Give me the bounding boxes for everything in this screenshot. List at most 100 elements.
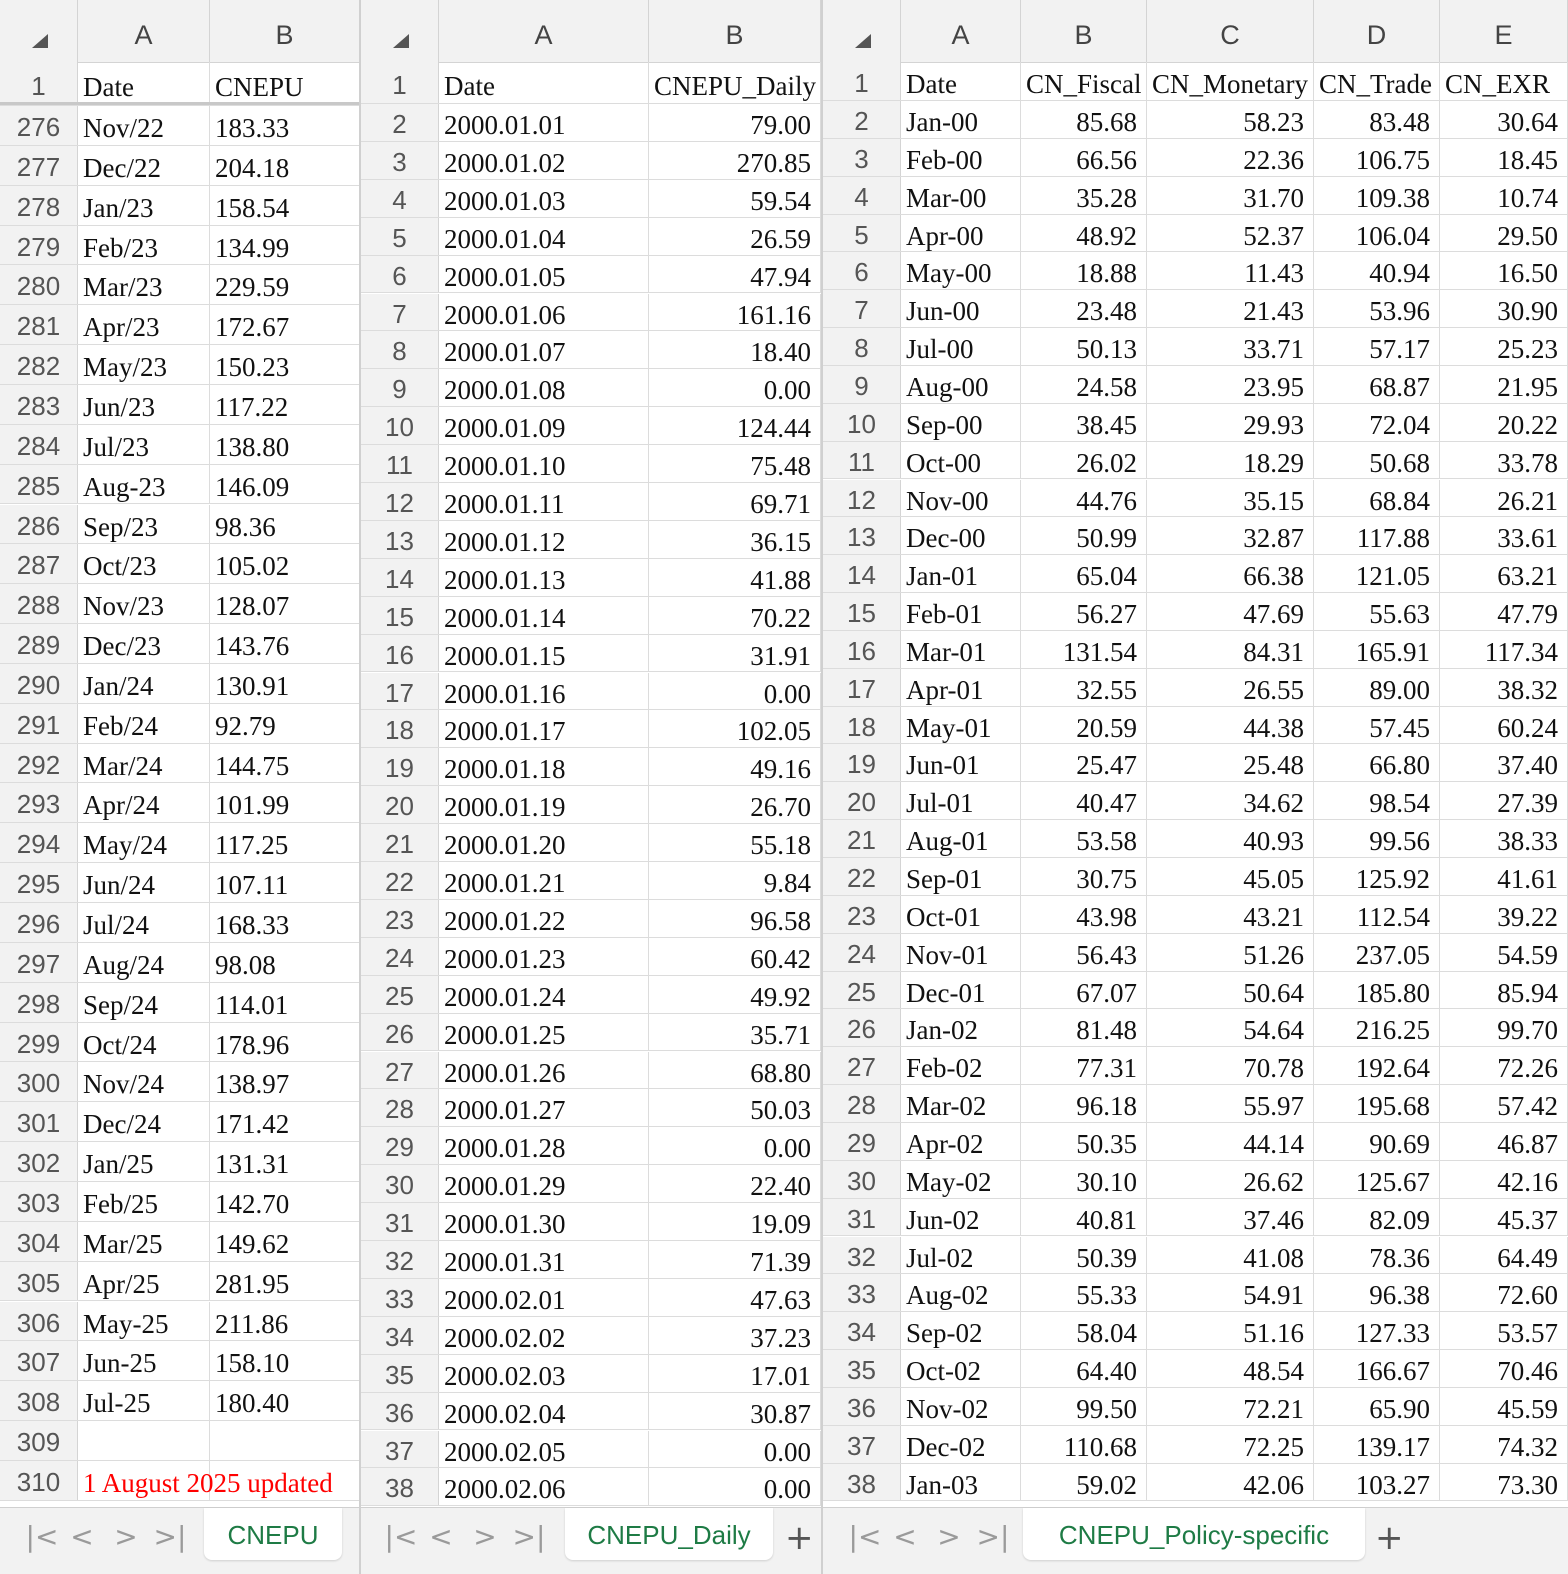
table-cell[interactable]: 134.99 xyxy=(210,225,360,265)
table-cell[interactable]: 38.45 xyxy=(1021,403,1147,441)
row-number[interactable]: 20 xyxy=(823,782,901,820)
table-cell[interactable]: 98.36 xyxy=(210,504,360,544)
row-number[interactable]: 1 xyxy=(823,62,901,100)
column-header-b[interactable]: B xyxy=(1021,0,1147,62)
table-cell[interactable]: 2000.02.01 xyxy=(439,1278,649,1316)
table-cell[interactable]: 26.59 xyxy=(649,217,821,255)
table-cell[interactable]: 31.91 xyxy=(649,634,821,672)
row-number[interactable]: 16 xyxy=(361,634,439,672)
row-number[interactable]: 4 xyxy=(823,176,901,214)
row-number[interactable]: 6 xyxy=(361,255,439,293)
table-cell[interactable]: Jul-25 xyxy=(78,1381,210,1421)
table-cell[interactable]: Apr-01 xyxy=(901,668,1021,706)
row-number[interactable]: 14 xyxy=(823,555,901,593)
table-cell[interactable]: Oct/23 xyxy=(78,544,210,584)
table-cell[interactable]: 2000.01.06 xyxy=(439,293,649,331)
row-number[interactable]: 22 xyxy=(823,858,901,895)
table-cell[interactable]: 57.17 xyxy=(1314,328,1440,365)
row-number[interactable]: 1 xyxy=(0,62,78,105)
row-number[interactable]: 298 xyxy=(0,982,78,1022)
table-cell[interactable]: 2000.01.29 xyxy=(439,1165,649,1203)
table-cell[interactable]: 43.21 xyxy=(1147,895,1314,933)
table-cell[interactable]: 56.27 xyxy=(1021,593,1147,630)
table-cell[interactable]: 168.33 xyxy=(210,903,360,942)
table-cell[interactable]: 138.80 xyxy=(210,424,360,464)
table-cell[interactable]: 26.02 xyxy=(1021,441,1147,479)
table-cell[interactable]: 117.25 xyxy=(210,823,360,863)
table-cell[interactable]: 11.43 xyxy=(1147,252,1314,290)
table-cell[interactable]: 73.30 xyxy=(1440,1463,1568,1501)
table-cell[interactable]: 270.85 xyxy=(649,141,821,179)
table-cell[interactable]: Mar/23 xyxy=(78,265,210,305)
table-cell[interactable]: 2000.01.31 xyxy=(439,1241,649,1278)
table-cell[interactable]: Jun-01 xyxy=(901,744,1021,782)
table-cell[interactable]: Jan-03 xyxy=(901,1463,1021,1501)
table-cell[interactable]: 35.28 xyxy=(1021,176,1147,214)
row-number[interactable]: 32 xyxy=(361,1241,439,1278)
table-cell[interactable]: 98.08 xyxy=(210,942,360,982)
table-cell[interactable]: Mar/25 xyxy=(78,1221,210,1261)
table-cell[interactable]: Mar-01 xyxy=(901,630,1021,668)
row-number[interactable]: 33 xyxy=(823,1274,901,1312)
table-cell[interactable]: 85.94 xyxy=(1440,971,1568,1009)
row-number[interactable]: 302 xyxy=(0,1142,78,1181)
table-cell[interactable]: 2000.01.12 xyxy=(439,520,649,558)
row-number[interactable]: 295 xyxy=(0,863,78,902)
table-cell[interactable]: 38.32 xyxy=(1440,668,1568,706)
table-cell[interactable]: 72.60 xyxy=(1440,1274,1568,1312)
table-cell[interactable]: 2000.01.03 xyxy=(439,179,649,217)
table-cell[interactable]: 57.42 xyxy=(1440,1085,1568,1122)
table-cell[interactable]: 185.80 xyxy=(1314,971,1440,1009)
table-cell[interactable]: 2000.02.02 xyxy=(439,1316,649,1354)
table-cell[interactable]: 44.76 xyxy=(1021,479,1147,517)
table-cell[interactable]: 25.48 xyxy=(1147,744,1314,782)
table-cell[interactable]: May-02 xyxy=(901,1160,1021,1198)
table-cell[interactable]: 0.00 xyxy=(649,1430,821,1468)
table-cell[interactable]: 180.40 xyxy=(210,1381,360,1421)
table-cell[interactable]: 35.15 xyxy=(1147,479,1314,517)
row-number[interactable]: 15 xyxy=(823,593,901,630)
table-cell[interactable]: Mar/24 xyxy=(78,743,210,783)
table-cell[interactable]: 26.62 xyxy=(1147,1160,1314,1198)
table-cell[interactable]: 144.75 xyxy=(210,743,360,783)
table-cell[interactable]: Jun/24 xyxy=(78,863,210,902)
row-number[interactable]: 35 xyxy=(361,1354,439,1392)
table-cell[interactable]: 72.04 xyxy=(1314,403,1440,441)
row-number[interactable]: 305 xyxy=(0,1261,78,1301)
table-cell[interactable]: Sep/23 xyxy=(78,504,210,544)
table-cell[interactable]: 138.97 xyxy=(210,1062,360,1102)
row-number[interactable]: 30 xyxy=(361,1165,439,1203)
table-cell[interactable]: 66.80 xyxy=(1314,744,1440,782)
table-cell[interactable]: 41.08 xyxy=(1147,1236,1314,1274)
table-cell[interactable]: 172.67 xyxy=(210,305,360,345)
table-cell[interactable]: 72.25 xyxy=(1147,1425,1314,1463)
table-cell[interactable]: 67.07 xyxy=(1021,971,1147,1009)
row-number[interactable]: 33 xyxy=(361,1278,439,1316)
row-number[interactable]: 3 xyxy=(361,141,439,179)
row-number[interactable]: 38 xyxy=(361,1468,439,1506)
row-number[interactable]: 288 xyxy=(0,584,78,624)
table-cell[interactable]: Dec/24 xyxy=(78,1102,210,1142)
table-cell[interactable]: 131.31 xyxy=(210,1142,360,1181)
column-header-d[interactable]: D xyxy=(1314,0,1440,62)
table-cell[interactable]: 107.11 xyxy=(210,863,360,902)
row-number[interactable]: 13 xyxy=(823,517,901,555)
row-number[interactable]: 291 xyxy=(0,703,78,743)
header-cell[interactable]: CN_Trade xyxy=(1314,62,1440,100)
table-cell[interactable]: Sep/24 xyxy=(78,982,210,1022)
table-cell[interactable]: 29.93 xyxy=(1147,403,1314,441)
row-number[interactable]: 281 xyxy=(0,305,78,345)
column-header-a[interactable]: A xyxy=(901,0,1021,62)
table-cell[interactable]: 281.95 xyxy=(210,1261,360,1301)
row-number[interactable]: 301 xyxy=(0,1102,78,1142)
table-cell[interactable]: 44.14 xyxy=(1147,1122,1314,1160)
table-cell[interactable]: 2000.01.01 xyxy=(439,104,649,141)
table-cell[interactable]: 0.00 xyxy=(649,1468,821,1506)
table-cell[interactable]: 72.21 xyxy=(1147,1387,1314,1425)
table-cell[interactable]: Jan-00 xyxy=(901,101,1021,138)
row-number[interactable]: 3 xyxy=(823,138,901,176)
row-number[interactable]: 21 xyxy=(361,824,439,861)
table-cell[interactable]: 47.94 xyxy=(649,255,821,293)
table-cell[interactable]: 229.59 xyxy=(210,265,360,305)
table-cell[interactable]: 54.59 xyxy=(1440,933,1568,971)
